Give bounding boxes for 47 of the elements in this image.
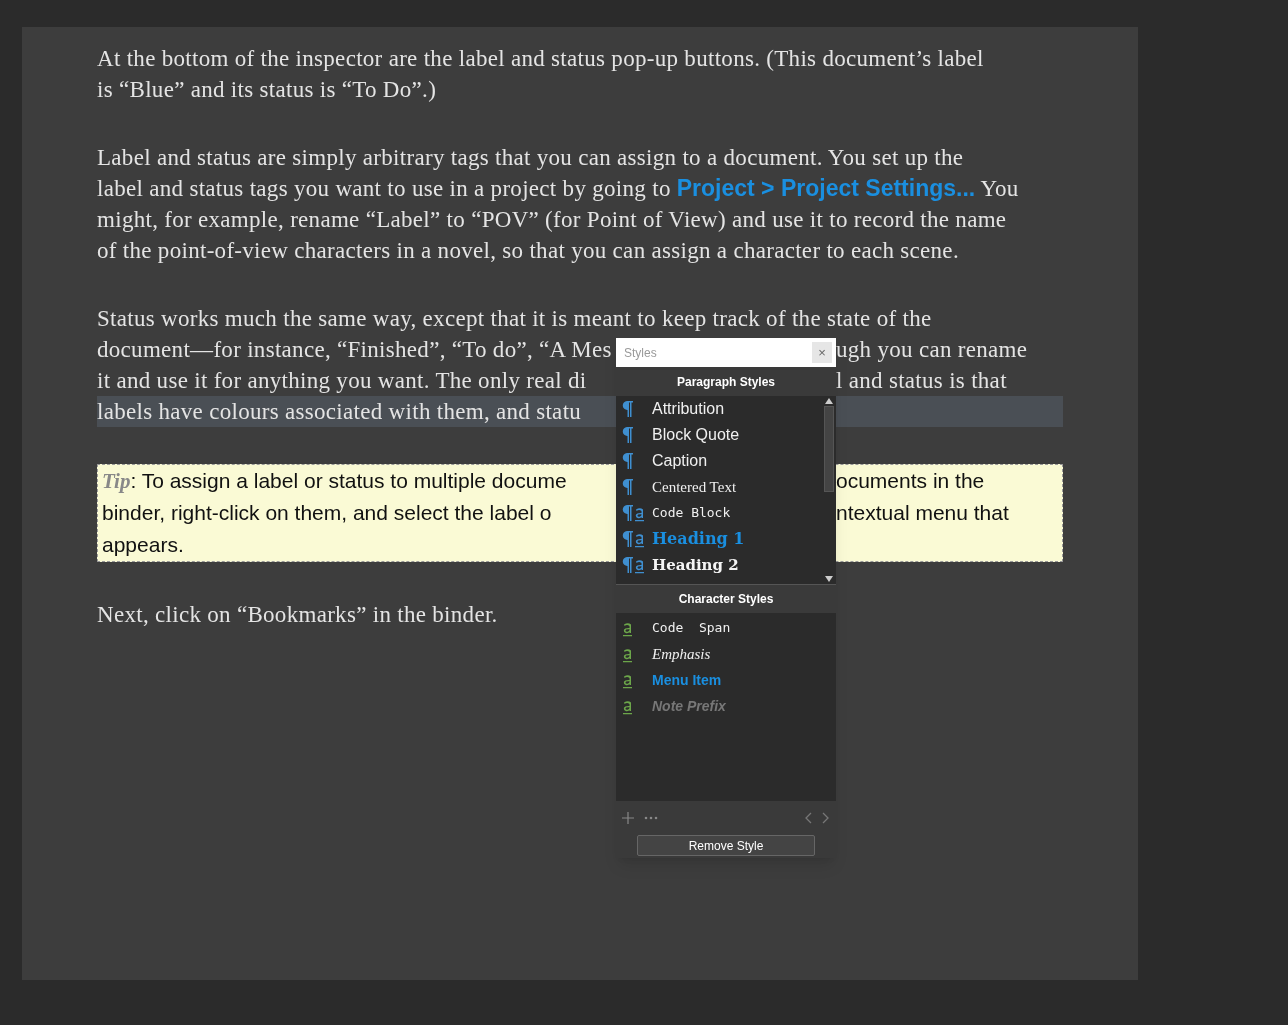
add-icon[interactable] [622,812,634,824]
section-header: Character Styles [678,591,774,608]
section-header: Paragraph Styles [676,373,775,391]
style-item[interactable]: Block Quote [622,422,822,448]
pilcrow-icon [622,478,634,496]
style-item[interactable]: Menu Item [622,667,836,693]
clear-button[interactable]: × [808,338,836,367]
style-item[interactable]: Heading 1 [622,526,822,552]
chevron-left-icon[interactable] [804,812,812,824]
text-line: label and status tags you want to use in a project by going to Project > Project Settings... You [97,176,1019,201]
text-line: l and status is that [836,367,1007,395]
pilcrow-letter-icon [622,504,646,522]
text-line: Tip: To assign a label or status to multiple docume [102,469,567,492]
text-line: it and use it for anything you want. The only real di [97,368,587,393]
text-line: At the bottom of the inspector are the label and status pop-up buttons. (This document’s label [97,46,984,71]
more-icon[interactable] [644,816,658,820]
text-line: document—for instance, “Finished”, “To do”, “A Mes [97,337,612,362]
pilcrow-letter-icon [622,530,646,548]
style-item[interactable]: Emphasis [622,641,836,667]
pilcrow-letter-icon [622,556,646,574]
pilcrow-icon [622,426,634,444]
text-line: appears. [102,533,184,556]
scroll-down-icon[interactable] [825,576,833,582]
text-line: of the point-of-view characters in a novel, so that you can assign a character to each scene. [97,238,959,263]
style-item[interactable]: Heading 2 [622,552,822,578]
text-line: ntextual menu that [836,500,1009,526]
remove-style-button[interactable]: Remove Style [637,835,815,856]
text-line: is “Blue” and its status is “To Do”.) [97,77,437,102]
style-item[interactable]: Centered Text [622,474,822,500]
text-line: ugh you can rename [836,336,1028,364]
search-field[interactable]: Styles [616,338,808,367]
text-line: Status works much the same way, except that it is meant to keep track of the state of the [97,306,932,331]
style-item[interactable]: Code Block [622,500,822,526]
text-line: binder, right-click on them, and select the label o [102,501,552,524]
style-item[interactable]: Caption [622,448,822,474]
text-line: Label and status are simply arbitrary tags that you can assign to a document. You set up the [97,145,964,170]
text-line: might, for example, rename “Label” to “POV” (for Point of View) and use it to record the name [97,207,1007,232]
text-line: Next, click on “Bookmarks” in the binder. [97,602,498,627]
chevron-right-icon[interactable] [822,812,830,824]
text-line: ocuments in the [836,468,985,494]
scrollbar[interactable] [822,396,836,584]
text-line: labels have colours associated with them, and statu [97,399,582,424]
pilcrow-icon [622,400,634,418]
pilcrow-icon [622,452,634,470]
scroll-up-icon[interactable] [825,398,833,404]
style-item[interactable]: Attribution [622,396,822,422]
style-item[interactable]: Code Span [622,615,836,641]
